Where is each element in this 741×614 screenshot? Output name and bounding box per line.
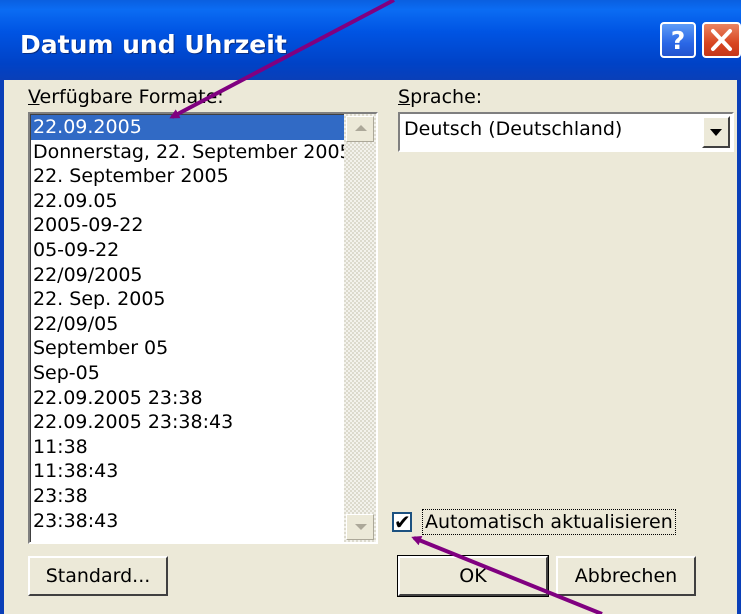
annotation-arrows: [169, 0, 603, 614]
annotation-arrow-top: [169, 0, 395, 119]
annotation-arrow-bottom: [411, 535, 603, 614]
